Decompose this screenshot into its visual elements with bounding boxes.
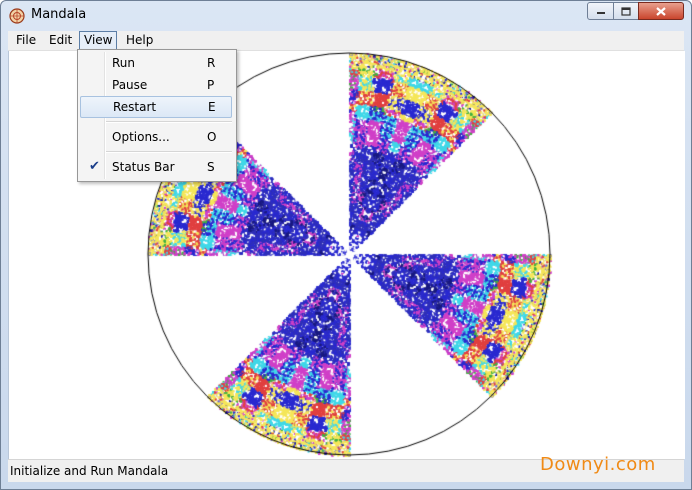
mandala-app-icon: [9, 8, 25, 24]
menu-item-options[interactable]: Options... O: [80, 126, 232, 148]
menu-separator: [106, 151, 232, 153]
menu-help[interactable]: Help: [122, 32, 157, 49]
menu-item-shortcut: S: [207, 160, 215, 174]
maximize-button[interactable]: [613, 2, 639, 20]
menu-item-run[interactable]: Run R: [80, 52, 232, 74]
minimize-button[interactable]: [587, 2, 614, 20]
status-text: Initialize and Run Mandala: [10, 464, 169, 478]
menu-item-shortcut: E: [208, 100, 216, 114]
view-menu-dropdown: Run R Pause P Restart E Options... O ✔ S…: [77, 49, 237, 182]
menu-bar: File Edit View Help: [8, 31, 684, 51]
checkmark-icon: ✔: [89, 159, 100, 174]
menu-edit[interactable]: Edit: [45, 32, 76, 49]
title-bar[interactable]: Mandala: [1, 1, 691, 30]
menu-item-shortcut: O: [207, 130, 217, 144]
close-icon: [656, 6, 666, 16]
menu-item-shortcut: R: [207, 56, 216, 70]
menu-item-label: Status Bar: [112, 160, 175, 174]
menu-view[interactable]: View: [79, 31, 118, 50]
menu-item-label: Run: [112, 56, 136, 70]
menu-item-pause[interactable]: Pause P: [80, 74, 232, 96]
menu-item-label: Options...: [112, 130, 170, 144]
minimize-icon: [596, 12, 605, 14]
menu-item-restart[interactable]: Restart E: [80, 96, 232, 118]
menu-file[interactable]: File: [12, 32, 40, 49]
window-title: Mandala: [31, 7, 87, 22]
maximize-icon: [621, 6, 631, 16]
menu-item-status-bar[interactable]: ✔ Status Bar S: [80, 156, 232, 178]
close-button[interactable]: [638, 2, 684, 20]
menu-item-label: Restart: [113, 100, 157, 114]
menu-item-label: Pause: [112, 78, 148, 92]
menu-separator: [106, 121, 232, 123]
menu-item-shortcut: P: [207, 78, 215, 92]
watermark-text: Downyi.com: [540, 454, 656, 475]
